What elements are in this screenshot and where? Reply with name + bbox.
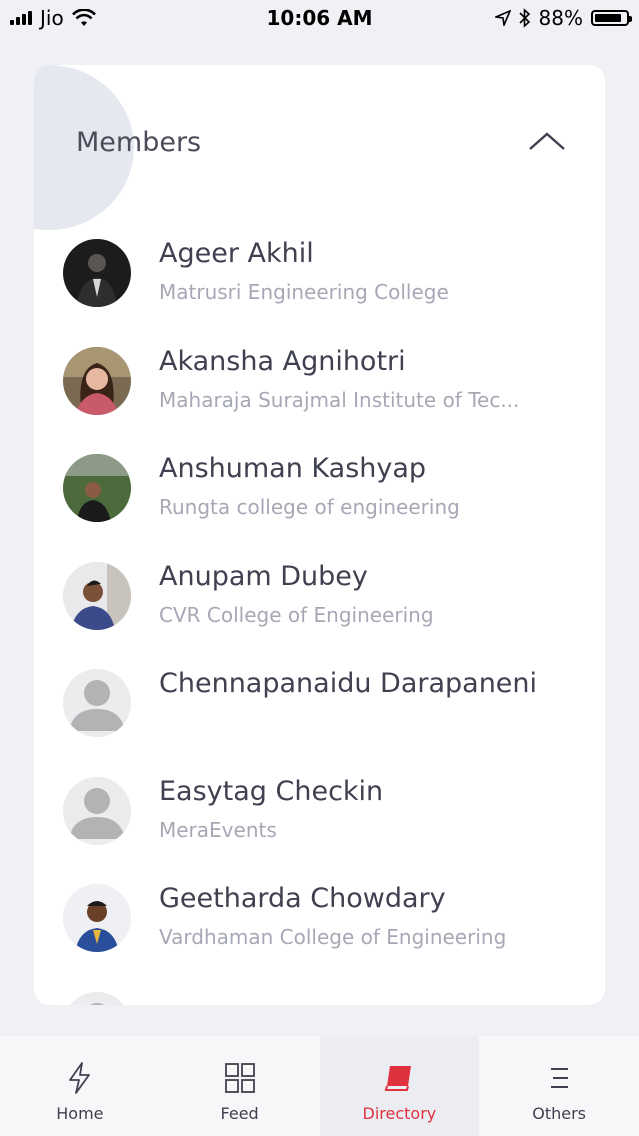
member-row[interactable]: Chennapanaidu Darapaneni bbox=[34, 668, 605, 776]
tab-directory[interactable]: Directory bbox=[319, 1036, 480, 1136]
status-bar: Jio 10:06 AM 88% bbox=[0, 0, 639, 36]
member-name: Chennapanaidu Darapaneni bbox=[159, 668, 538, 699]
members-card: Members Ageer Akhil Matrusri Engineering… bbox=[34, 65, 605, 1005]
member-college: Rungta college of engineering bbox=[159, 495, 460, 519]
member-college: Maharaja Surajmal Institute of Tec... bbox=[159, 387, 520, 412]
bluetooth-icon bbox=[518, 8, 530, 28]
avatar bbox=[63, 884, 131, 952]
grid-icon bbox=[224, 1063, 255, 1093]
avatar bbox=[63, 346, 131, 415]
tab-bar: Home Feed Directory Others bbox=[0, 1036, 639, 1136]
member-college: Matrusri Engineering College bbox=[159, 280, 449, 304]
tab-label: Feed bbox=[220, 1104, 259, 1123]
members-title: Members bbox=[76, 127, 202, 158]
lightning-icon bbox=[68, 1062, 90, 1094]
member-college: Vardhaman College of Engineering bbox=[159, 925, 507, 949]
chevron-up-icon[interactable] bbox=[527, 127, 567, 157]
avatar-placeholder-icon bbox=[63, 776, 131, 845]
tab-label: Others bbox=[532, 1104, 586, 1123]
member-row[interactable]: Easytag Checkin MeraEvents bbox=[34, 776, 605, 884]
book-icon bbox=[385, 1066, 412, 1091]
avatar-placeholder-icon bbox=[63, 991, 131, 1005]
member-row[interactable]: Anshuman Kashyap Rungta college of engin… bbox=[34, 453, 605, 561]
member-row[interactable]: Geetharda Chowdary Vardhaman College of … bbox=[34, 883, 605, 991]
member-name: Akansha Agnihotri bbox=[159, 345, 406, 377]
tab-home[interactable]: Home bbox=[0, 1036, 160, 1136]
tab-label: Directory bbox=[362, 1104, 437, 1123]
location-arrow-icon bbox=[494, 10, 511, 26]
avatar bbox=[63, 561, 131, 630]
member-list: Ageer Akhil Matrusri Engineering College… bbox=[34, 238, 605, 1005]
member-name: Geetharda Chowdary bbox=[159, 883, 446, 914]
member-name: Easytag Checkin bbox=[159, 775, 384, 807]
tab-feed[interactable]: Feed bbox=[160, 1036, 320, 1136]
tab-label: Home bbox=[56, 1104, 104, 1123]
member-college: MeraEvents bbox=[159, 817, 277, 842]
member-college: CVR College of Engineering bbox=[159, 602, 434, 627]
menu-icon bbox=[551, 1068, 569, 1088]
member-row[interactable]: Anupam Dubey CVR College of Engineering bbox=[34, 561, 605, 669]
battery-icon bbox=[591, 10, 632, 26]
member-row[interactable]: Akansha Agnihotri Maharaja Surajmal Inst… bbox=[34, 346, 605, 454]
member-name: Ageer Akhil bbox=[159, 238, 314, 269]
tab-others[interactable]: Others bbox=[479, 1036, 639, 1136]
member-name: Anupam Dubey bbox=[159, 560, 368, 592]
avatar-placeholder-icon bbox=[63, 669, 131, 737]
member-name: Anshuman Kashyap bbox=[159, 453, 427, 484]
avatar bbox=[63, 454, 131, 522]
member-row[interactable]: Ageer Akhil Matrusri Engineering College bbox=[34, 238, 605, 346]
battery-percent: 88% bbox=[538, 6, 583, 30]
member-row-partial[interactable] bbox=[34, 991, 605, 1005]
avatar bbox=[63, 239, 131, 307]
